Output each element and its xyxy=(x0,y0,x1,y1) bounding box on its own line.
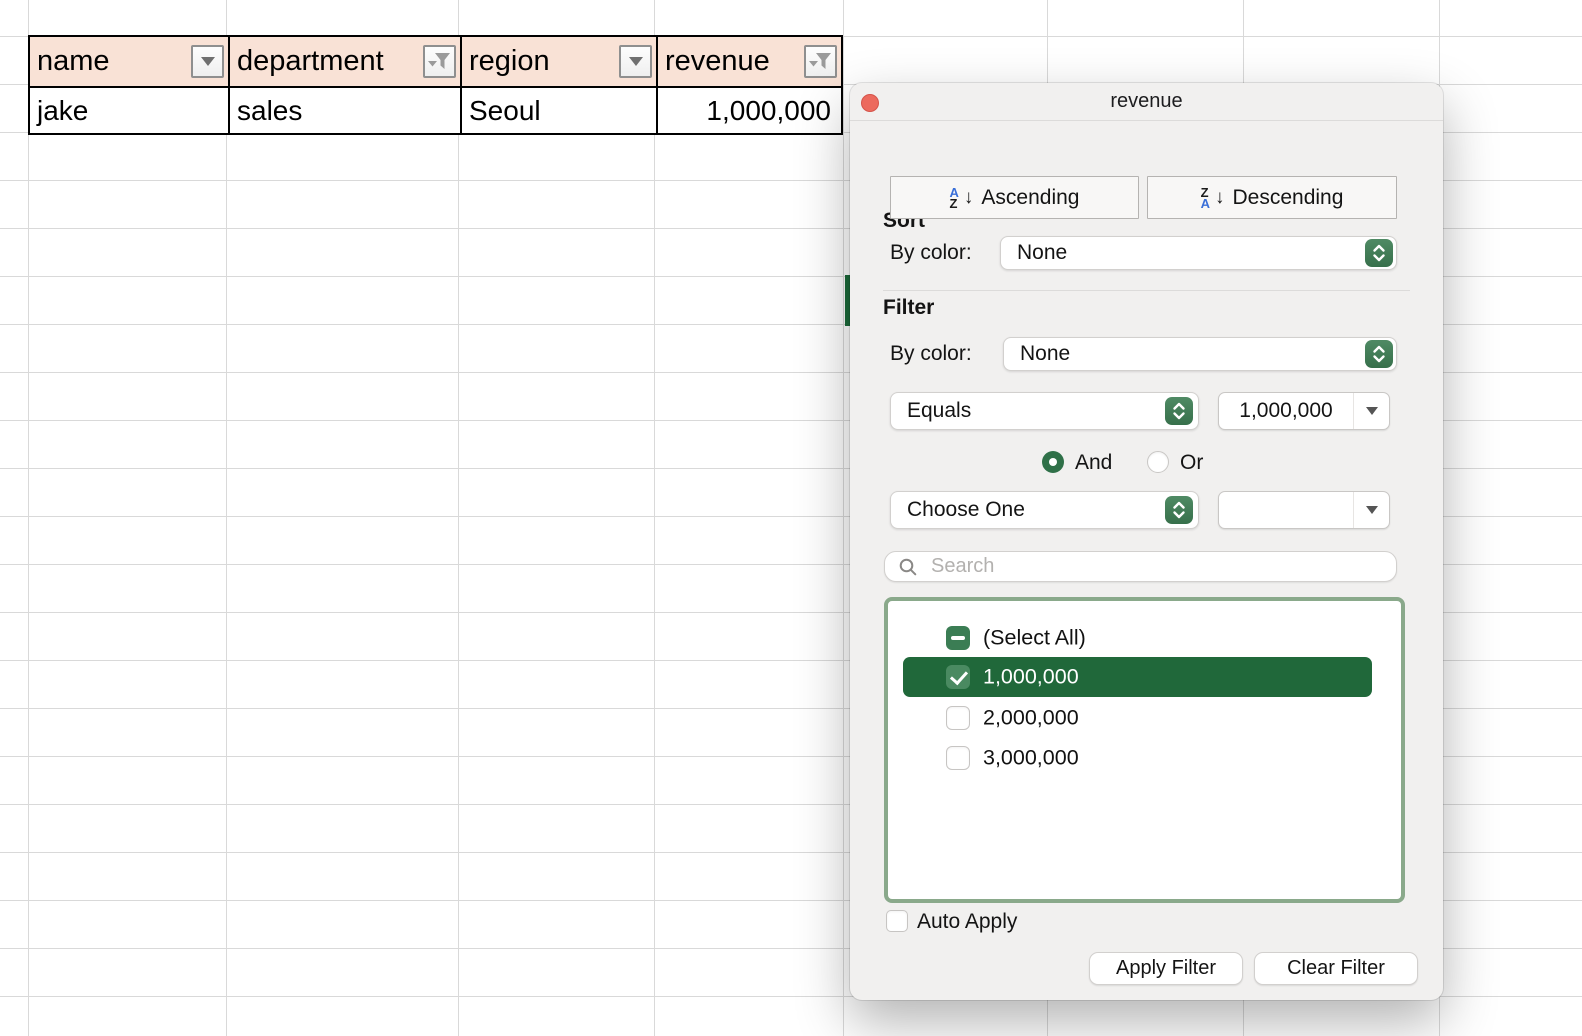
list-item[interactable]: 3,000,000 xyxy=(888,739,1401,777)
filter-values-list: (Select All) 1,000,000 2,000,000 3,000,0… xyxy=(884,597,1405,903)
sort-by-color-label: By color: xyxy=(890,236,972,270)
header-label: revenue xyxy=(665,45,770,78)
gridline-vertical xyxy=(28,0,29,1036)
list-item-label: (Select All) xyxy=(983,626,1086,651)
table-data-row: jake sales Seoul 1,000,000 xyxy=(30,86,841,133)
filter-by-color-value: None xyxy=(1020,342,1070,366)
filter-funnel-icon xyxy=(809,52,832,71)
gridline-vertical xyxy=(654,0,655,1036)
checkbox-checked[interactable] xyxy=(946,665,970,689)
or-radio[interactable] xyxy=(1147,451,1169,473)
stepper-icon xyxy=(1365,239,1393,267)
filter-value-combo[interactable]: 1,000,000 xyxy=(1218,392,1390,430)
and-radio-label: And xyxy=(1075,451,1112,473)
cell-region[interactable]: Seoul xyxy=(460,88,656,133)
or-radio-label: Or xyxy=(1180,451,1203,473)
apply-filter-button[interactable]: Apply Filter xyxy=(1089,952,1243,985)
search-input[interactable] xyxy=(929,554,1396,579)
down-arrow-icon: ↓ xyxy=(964,187,974,209)
sort-za-icon: ZA xyxy=(1201,187,1210,209)
selected-row-highlight xyxy=(903,657,1372,697)
stepper-icon xyxy=(1165,496,1193,524)
dropdown-arrow-icon xyxy=(629,57,643,66)
list-item-select-all[interactable]: (Select All) xyxy=(888,619,1401,657)
filter-by-color-dropdown[interactable]: None xyxy=(1003,337,1397,371)
checkbox-unchecked[interactable] xyxy=(946,706,970,730)
combo-dropdown-button[interactable] xyxy=(1353,492,1389,528)
filter-condition-value: Equals xyxy=(907,399,971,423)
sort-by-color-dropdown[interactable]: None xyxy=(1000,236,1397,270)
search-icon xyxy=(899,558,917,576)
search-field[interactable] xyxy=(884,551,1397,582)
sort-descending-label: Descending xyxy=(1232,186,1343,210)
table-header-row: name department region revenue xyxy=(30,37,841,86)
header-cell-revenue[interactable]: revenue xyxy=(656,37,841,86)
header-cell-region[interactable]: region xyxy=(460,37,656,86)
cell-revenue[interactable]: 1,000,000 xyxy=(656,88,841,133)
filter-section-heading: Filter xyxy=(883,296,934,320)
list-item-label: 1,000,000 xyxy=(983,665,1079,690)
header-label: region xyxy=(469,45,550,78)
sort-descending-button[interactable]: ZA ↓ Descending xyxy=(1147,176,1397,219)
header-label: name xyxy=(37,45,110,78)
sort-by-color-value: None xyxy=(1017,241,1067,265)
header-label: department xyxy=(237,45,384,78)
gridline-vertical xyxy=(458,0,459,1036)
clear-filter-button[interactable]: Clear Filter xyxy=(1254,952,1418,985)
sort-az-icon: AZ xyxy=(950,187,959,209)
section-divider xyxy=(883,290,1410,291)
list-item[interactable]: 2,000,000 xyxy=(888,699,1401,737)
sort-ascending-button[interactable]: AZ ↓ Ascending xyxy=(890,176,1139,219)
stepper-icon xyxy=(1365,340,1393,368)
auto-apply-checkbox[interactable] xyxy=(886,910,908,932)
dropdown-arrow-icon xyxy=(1366,506,1378,514)
filter-dropdown-button[interactable] xyxy=(619,45,652,78)
combo-dropdown-button[interactable] xyxy=(1353,393,1389,429)
cell-department[interactable]: sales xyxy=(228,88,460,133)
checkbox-unchecked[interactable] xyxy=(946,746,970,770)
list-item-selected[interactable]: 1,000,000 xyxy=(888,657,1401,697)
list-item-label: 2,000,000 xyxy=(983,706,1079,731)
cell-name[interactable]: jake xyxy=(30,88,228,133)
down-arrow-icon: ↓ xyxy=(1215,187,1225,209)
and-radio[interactable] xyxy=(1042,451,1064,473)
auto-apply-label: Auto Apply xyxy=(917,910,1017,932)
header-cell-department[interactable]: department xyxy=(228,37,460,86)
dropdown-arrow-icon xyxy=(1366,407,1378,415)
filter-funnel-icon xyxy=(428,52,451,71)
dropdown-arrow-icon xyxy=(201,57,215,66)
select-all-checkbox-indeterminate[interactable] xyxy=(946,626,970,650)
gridline-vertical xyxy=(843,0,844,1036)
filter-value-input[interactable]: 1,000,000 xyxy=(1219,393,1353,429)
filter-value2-combo[interactable] xyxy=(1218,491,1390,529)
dialog-title: revenue xyxy=(850,90,1443,113)
dialog-titlebar[interactable]: revenue xyxy=(850,83,1443,121)
header-cell-name[interactable]: name xyxy=(30,37,228,86)
list-item-label: 3,000,000 xyxy=(983,746,1079,771)
filter-condition2-dropdown[interactable]: Choose One xyxy=(890,491,1199,529)
filter-by-color-label: By color: xyxy=(890,337,972,371)
filter-dropdown-button[interactable] xyxy=(191,45,224,78)
gridline-vertical xyxy=(226,0,227,1036)
filter-dropdown-button[interactable] xyxy=(423,45,456,78)
excel-table: name department region revenue xyxy=(28,35,843,135)
filter-value2-input[interactable] xyxy=(1219,492,1353,528)
filter-dropdown-button[interactable] xyxy=(804,45,837,78)
stepper-icon xyxy=(1165,397,1193,425)
filter-dialog: revenue Sort AZ ↓ Ascending ZA ↓ Descend… xyxy=(850,83,1443,1000)
filter-condition2-value: Choose One xyxy=(907,498,1025,522)
filter-condition-dropdown[interactable]: Equals xyxy=(890,392,1199,430)
sort-ascending-label: Ascending xyxy=(981,186,1079,210)
